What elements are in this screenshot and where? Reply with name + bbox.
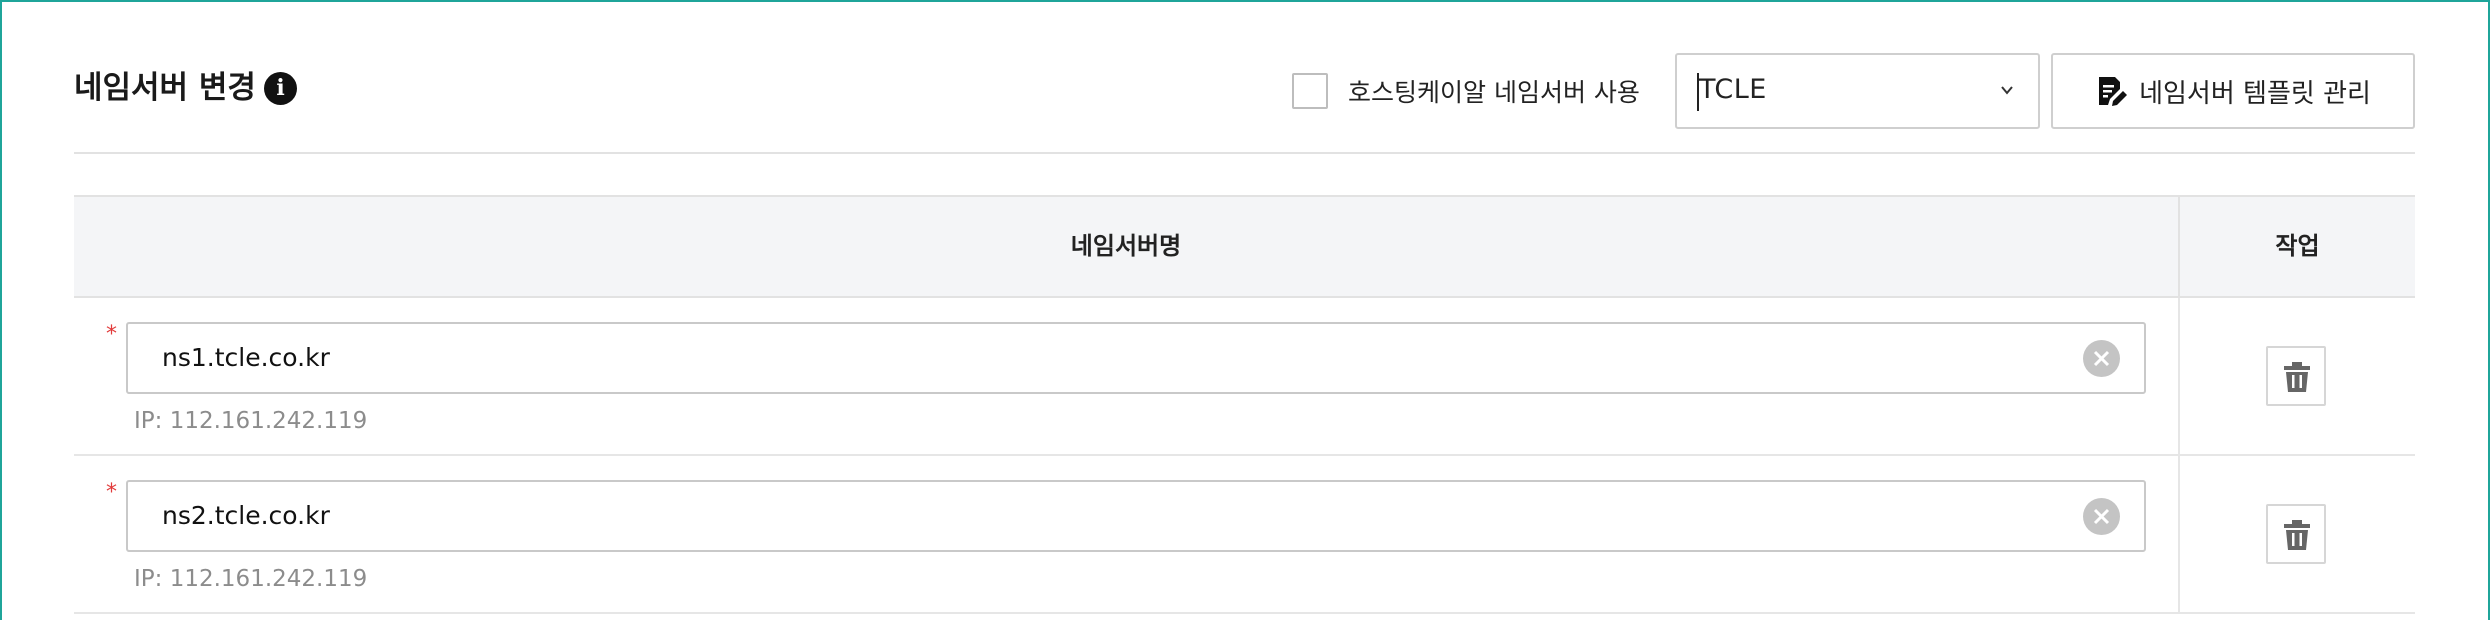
action-cell (2178, 298, 2415, 454)
nameserver-template-select[interactable]: TCLE (1675, 53, 2040, 129)
clear-input-button[interactable] (2083, 340, 2120, 377)
close-icon (2093, 508, 2110, 525)
hosting-nameserver-option[interactable]: 호스팅케이알 네임서버 사용 (1292, 73, 1640, 109)
header-divider (74, 152, 2415, 154)
document-edit-icon (2099, 77, 2128, 106)
trash-icon (2284, 362, 2310, 392)
close-icon (2093, 350, 2110, 367)
required-mark: * (106, 480, 117, 505)
nameserver-input[interactable]: ns1.tcle.co.kr (126, 322, 2146, 394)
hosting-nameserver-label: 호스팅케이알 네임서버 사용 (1348, 78, 1640, 107)
column-header-action: 작업 (2178, 197, 2415, 296)
template-select-value: TCLE (1699, 74, 1767, 105)
trash-icon (2284, 520, 2310, 550)
nameserver-ip: IP: 112.161.242.119 (134, 408, 368, 434)
nameserver-value: ns2.tcle.co.kr (162, 501, 330, 530)
hosting-nameserver-checkbox[interactable] (1292, 73, 1328, 109)
template-manage-label: 네임서버 템플릿 관리 (2139, 78, 2371, 109)
page-title: 네임서버 변경 (74, 70, 256, 106)
nameserver-change-panel: 네임서버 변경 i 호스팅케이알 네임서버 사용 TCLE 네임서버 템플릿 관… (0, 0, 2490, 620)
template-manage-button[interactable]: 네임서버 템플릿 관리 (2051, 53, 2415, 129)
table-row: * ns2.tcle.co.kr IP: 112.161.242.119 (74, 456, 2415, 614)
column-header-nameserver: 네임서버명 (1070, 232, 1182, 260)
info-icon[interactable]: i (264, 72, 297, 105)
table-row: * ns1.tcle.co.kr IP: 112.161.242.119 (74, 298, 2415, 456)
delete-row-button[interactable] (2266, 346, 2326, 406)
chevron-down-icon (2001, 86, 2013, 95)
nameserver-input[interactable]: ns2.tcle.co.kr (126, 480, 2146, 552)
delete-row-button[interactable] (2266, 504, 2326, 564)
action-cell (2178, 456, 2415, 612)
required-mark: * (106, 322, 117, 347)
nameserver-ip: IP: 112.161.242.119 (134, 566, 368, 592)
clear-input-button[interactable] (2083, 498, 2120, 535)
table-header: 네임서버명 작업 (74, 195, 2415, 298)
nameserver-value: ns1.tcle.co.kr (162, 343, 330, 372)
